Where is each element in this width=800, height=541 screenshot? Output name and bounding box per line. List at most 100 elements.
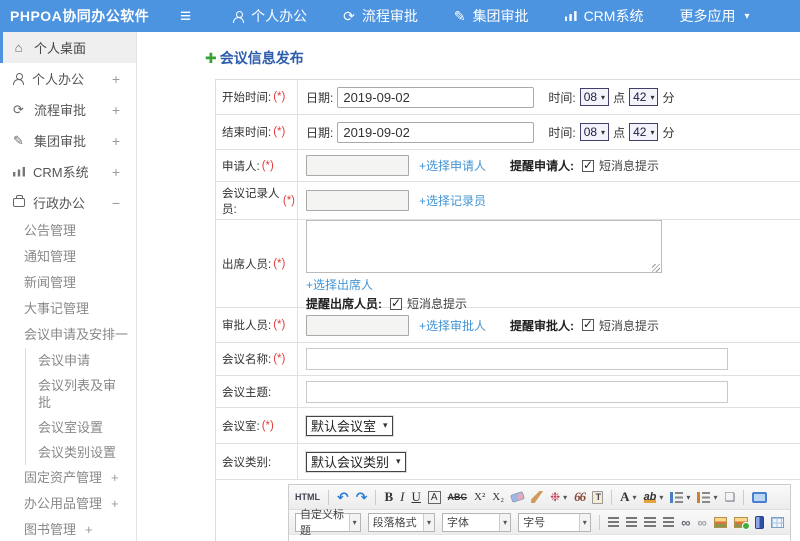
start-minute-select[interactable]: 42 ▾ — [629, 88, 659, 106]
color-wand-icon[interactable]: ❉ — [550, 490, 560, 504]
new-page-icon[interactable]: ❏ — [724, 490, 735, 504]
sidebar-item-office-supplies-mgmt[interactable]: 办公用品管理 + — [0, 491, 136, 517]
nav-workflow-approval[interactable]: ⟳ 流程审批 — [343, 6, 418, 26]
font-size-select[interactable]: 字号 ▾ — [518, 512, 591, 532]
bold-button[interactable]: B — [384, 489, 393, 505]
sidebar-item-book-mgmt[interactable]: 图书管理 + — [0, 517, 136, 541]
sidebar-item-meeting-request[interactable]: 会议申请及安排一 — [0, 322, 136, 348]
expand-plus-icon[interactable]: + — [111, 470, 119, 485]
sidebar-item-fixed-assets-mgmt[interactable]: 固定资产管理 + — [0, 465, 136, 491]
ordered-list-icon[interactable] — [670, 491, 684, 503]
sidebar-item-announcement-mgmt[interactable]: 公告管理 — [0, 218, 136, 244]
align-center-icon[interactable] — [626, 517, 638, 527]
expand-plus-icon[interactable]: + — [111, 496, 119, 511]
expand-plus-icon[interactable]: + — [85, 522, 93, 537]
sidebar-item-meeting-category-setting[interactable]: 会议类别设置 — [26, 440, 124, 465]
nav-personal-office[interactable]: 个人办公 — [233, 6, 307, 26]
expand-plus-icon[interactable]: + — [112, 102, 120, 118]
editor-content-area[interactable] — [289, 535, 790, 541]
hour-value: 08 — [583, 125, 598, 139]
undo-icon[interactable]: ↶ — [337, 489, 349, 506]
required-mark: (*) — [273, 319, 286, 331]
start-hour-select[interactable]: 08 ▾ — [579, 88, 610, 106]
select-recorder-link[interactable]: +选择记录员 — [419, 192, 486, 209]
sidebar-item-memorabilia-mgmt[interactable]: 大事记管理 — [0, 296, 136, 322]
end-minute-select[interactable]: 42 ▾ — [629, 123, 659, 141]
sidebar-item-meeting-list-approval[interactable]: 会议列表及审批 — [26, 373, 124, 415]
collapse-minus-icon[interactable]: − — [112, 195, 120, 211]
nav-crm-system[interactable]: CRM系统 — [564, 6, 644, 26]
sms-notify-checkbox[interactable] — [390, 296, 402, 310]
format-brush-icon[interactable] — [531, 491, 544, 503]
meeting-room-select[interactable]: 默认会议室 ▾ — [306, 415, 393, 436]
meeting-category-select[interactable]: 默认会议类别 ▾ — [306, 451, 406, 472]
highlight-color-button[interactable]: ab — [643, 491, 657, 503]
sidebar-item-workflow-approval[interactable]: ⟳ 流程审批 + — [0, 94, 136, 125]
insert-table-icon[interactable] — [770, 516, 784, 528]
upload-image-icon[interactable] — [734, 516, 751, 530]
select-applicant-link[interactable]: +选择申请人 — [419, 157, 486, 174]
nav-more-apps[interactable]: 更多应用 ▾ — [679, 6, 749, 26]
start-date-input[interactable] — [337, 86, 535, 108]
insert-image-icon[interactable] — [713, 516, 728, 528]
sidebar-item-personal-desktop[interactable]: ⌂ 个人桌面 — [0, 32, 136, 63]
sidebar-item-admin-office[interactable]: 行政办公 − — [0, 187, 136, 218]
superscript-button[interactable]: X² — [474, 491, 485, 503]
select-approver-link[interactable]: +选择审批人 — [419, 317, 486, 334]
required-mark: (*) — [273, 353, 286, 365]
attendees-textarea[interactable] — [306, 220, 662, 273]
border-text-button[interactable]: A — [427, 490, 441, 504]
blockquote-button[interactable]: 66 — [574, 489, 586, 505]
recorder-input[interactable] — [306, 190, 409, 211]
sidebar-item-meeting-room-setting[interactable]: 会议室设置 — [26, 415, 124, 440]
insert-media-icon[interactable] — [754, 515, 764, 529]
meeting-name-input[interactable] — [306, 348, 728, 370]
approver-input[interactable] — [306, 314, 409, 336]
align-right-icon[interactable] — [644, 517, 656, 527]
label-text: 会议室: — [222, 420, 260, 433]
sidebar-item-news-mgmt[interactable]: 新闻管理 — [0, 270, 136, 296]
remove-link-icon[interactable]: ∞ — [697, 515, 706, 530]
select-attendees-link[interactable]: +选择出席人 — [306, 276, 373, 293]
font-family-select[interactable]: 字体 ▾ — [442, 512, 512, 532]
strikethrough-button[interactable]: ABC — [448, 492, 468, 502]
unordered-list-icon[interactable] — [697, 491, 711, 503]
align-justify-icon[interactable] — [662, 517, 675, 527]
applicant-input[interactable] — [306, 155, 409, 176]
expand-plus-icon[interactable]: + — [112, 71, 120, 87]
minute-unit: 分 — [662, 90, 675, 105]
expand-plus-icon[interactable]: + — [112, 133, 120, 149]
subscript-button[interactable]: X₂ — [492, 491, 504, 503]
insert-link-icon[interactable]: ∞ — [681, 515, 690, 530]
end-hour-select[interactable]: 08 ▾ — [579, 123, 610, 141]
align-left-icon[interactable] — [607, 517, 620, 527]
expand-plus-icon[interactable]: + — [112, 164, 120, 180]
html-source-button[interactable]: HTML — [295, 492, 320, 502]
end-date-input[interactable] — [337, 121, 535, 143]
paste-text-icon[interactable] — [592, 490, 604, 504]
sidebar-item-notice-mgmt[interactable]: 通知管理 — [0, 244, 136, 270]
underline-button[interactable]: U — [411, 489, 420, 505]
sidebar-item-crm-system[interactable]: CRM系统 + — [0, 156, 136, 187]
sms-notify-checkbox[interactable] — [582, 158, 595, 172]
redo-icon[interactable]: ↷ — [356, 489, 368, 506]
sidebar-item-group-approval[interactable]: ✎ 集团审批 + — [0, 125, 136, 156]
hamburger-menu-icon[interactable]: ≡ — [180, 7, 191, 26]
eraser-icon[interactable] — [510, 491, 525, 503]
field-label: 会议类别: — [216, 444, 298, 479]
sidebar-item-meeting-apply[interactable]: 会议申请 — [26, 348, 124, 373]
nav-label: CRM系统 — [583, 8, 644, 24]
custom-title-select[interactable]: 自定义标题 ▾ — [295, 509, 361, 537]
collapse-minus-icon[interactable]: 一 — [115, 327, 128, 342]
paragraph-format-select[interactable]: 段落格式 ▾ — [367, 512, 435, 532]
resize-grip[interactable] — [652, 264, 660, 272]
nav-group-approval[interactable]: ✎ 集团审批 — [454, 6, 529, 26]
editor-toolbar-row2: 自定义标题 ▾ 段落格式 ▾ 字体 ▾ 字号 ▾ ∞ ∞ — [289, 509, 790, 537]
flow-icon: ⟳ — [343, 7, 355, 24]
fullscreen-icon[interactable] — [752, 491, 768, 503]
italic-button[interactable]: I — [400, 489, 404, 505]
meeting-topic-input[interactable] — [306, 380, 728, 403]
font-color-button[interactable]: A — [620, 489, 629, 505]
sms-notify-checkbox[interactable] — [582, 317, 595, 331]
sidebar-item-personal-office[interactable]: 个人办公 + — [0, 63, 136, 94]
